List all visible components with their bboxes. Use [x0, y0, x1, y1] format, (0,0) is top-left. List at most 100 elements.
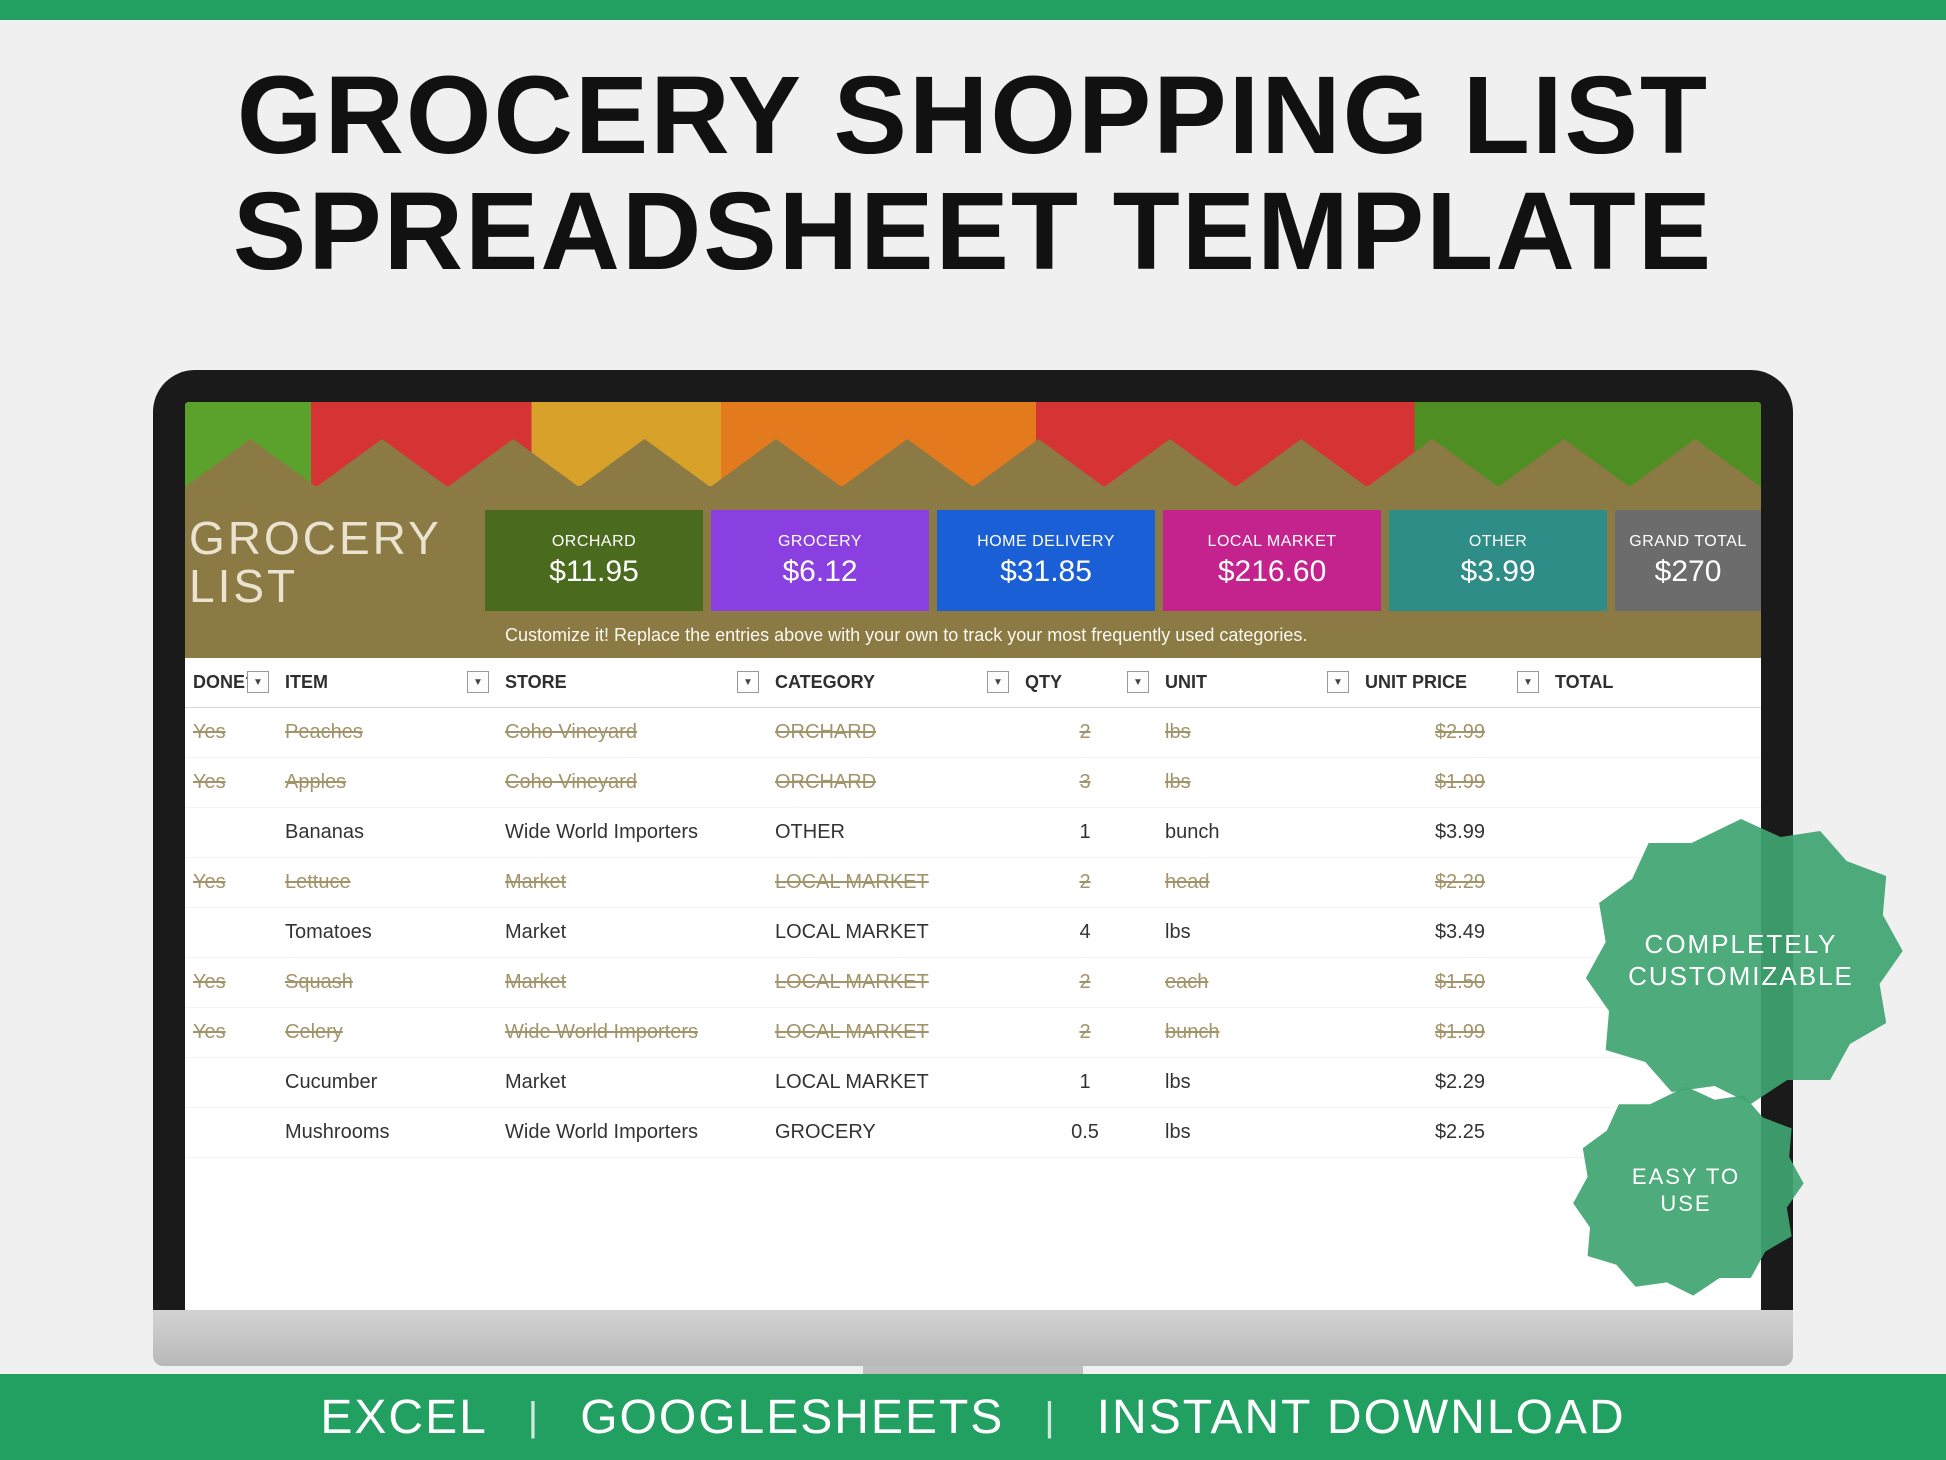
table-row[interactable]: TomatoesMarketLOCAL MARKET4lbs$3.49 [185, 907, 1761, 957]
filter-dropdown-button[interactable]: ▼ [467, 671, 489, 693]
table-row[interactable]: BananasWide World ImportersOTHER1bunch$3… [185, 807, 1761, 857]
cell-done[interactable]: Yes [185, 857, 275, 907]
footer-sheets: GOOGLESHEETS [580, 1390, 1004, 1445]
cell-qty[interactable]: 3 [1015, 757, 1155, 807]
cell-category[interactable]: OTHER [765, 807, 1015, 857]
table-row[interactable]: YesCeleryWide World ImportersLOCAL MARKE… [185, 1007, 1761, 1057]
cell-store[interactable]: Market [495, 907, 765, 957]
cell-qty[interactable]: 2 [1015, 1007, 1155, 1057]
cell-unit[interactable]: lbs [1155, 1107, 1355, 1157]
category-label: ORCHARD [491, 533, 697, 551]
cell-store[interactable]: Market [495, 1057, 765, 1107]
cell-item[interactable]: Squash [275, 957, 495, 1007]
column-header[interactable]: DONE?▼ [185, 658, 275, 708]
column-header[interactable]: STORE▼ [495, 658, 765, 708]
cell-qty[interactable]: 2 [1015, 707, 1155, 757]
filter-dropdown-button[interactable]: ▼ [987, 671, 1009, 693]
cell-unit-price[interactable]: $1.99 [1355, 1007, 1545, 1057]
cell-item[interactable]: Mushrooms [275, 1107, 495, 1157]
cell-done[interactable]: Yes [185, 757, 275, 807]
cell-qty[interactable]: 2 [1015, 957, 1155, 1007]
cell-done[interactable]: Yes [185, 1007, 275, 1057]
cell-item[interactable]: Celery [275, 1007, 495, 1057]
cell-item[interactable]: Tomatoes [275, 907, 495, 957]
footer-separator: | [528, 1395, 540, 1440]
column-header[interactable]: CATEGORY▼ [765, 658, 1015, 708]
category-total-box: ORCHARD$11.95 [485, 510, 703, 611]
cell-store[interactable]: Wide World Importers [495, 1107, 765, 1157]
cell-unit[interactable]: lbs [1155, 907, 1355, 957]
cell-qty[interactable]: 1 [1015, 1057, 1155, 1107]
cell-category[interactable]: LOCAL MARKET [765, 857, 1015, 907]
table-row[interactable]: YesSquashMarketLOCAL MARKET2each$1.50 [185, 957, 1761, 1007]
sheet-title-line-2: LIST [189, 560, 298, 612]
cell-unit-price[interactable]: $3.99 [1355, 807, 1545, 857]
filter-dropdown-button[interactable]: ▼ [737, 671, 759, 693]
cell-qty[interactable]: 4 [1015, 907, 1155, 957]
cell-category[interactable]: ORCHARD [765, 757, 1015, 807]
cell-qty[interactable]: 2 [1015, 857, 1155, 907]
cell-unit[interactable]: lbs [1155, 707, 1355, 757]
cell-store[interactable]: Wide World Importers [495, 1007, 765, 1057]
cell-store[interactable]: Wide World Importers [495, 807, 765, 857]
sheet-title: GROCERY LIST [185, 510, 485, 611]
cell-category[interactable]: LOCAL MARKET [765, 1057, 1015, 1107]
cell-item[interactable]: Apples [275, 757, 495, 807]
category-label: GRAND TOTAL [1621, 533, 1755, 551]
table-row[interactable]: MushroomsWide World ImportersGROCERY0.5l… [185, 1107, 1761, 1157]
cell-category[interactable]: LOCAL MARKET [765, 957, 1015, 1007]
cell-item[interactable]: Lettuce [275, 857, 495, 907]
cell-done[interactable] [185, 1057, 275, 1107]
header-image-strip [185, 402, 1761, 486]
cell-store[interactable]: Coho Vineyard [495, 707, 765, 757]
cell-unit[interactable]: bunch [1155, 807, 1355, 857]
cell-store[interactable]: Market [495, 857, 765, 907]
cell-category[interactable]: LOCAL MARKET [765, 907, 1015, 957]
column-header[interactable]: TOTAL [1545, 658, 1761, 708]
cell-unit[interactable]: bunch [1155, 1007, 1355, 1057]
cell-unit[interactable]: each [1155, 957, 1355, 1007]
cell-store[interactable]: Market [495, 957, 765, 1007]
cell-total[interactable] [1545, 707, 1761, 757]
cell-unit-price[interactable]: $2.25 [1355, 1107, 1545, 1157]
cell-done[interactable] [185, 1107, 275, 1157]
cell-qty[interactable]: 1 [1015, 807, 1155, 857]
filter-dropdown-button[interactable]: ▼ [1517, 671, 1539, 693]
table-row[interactable]: YesApplesCoho VineyardORCHARD3lbs$1.99 [185, 757, 1761, 807]
cell-category[interactable]: LOCAL MARKET [765, 1007, 1015, 1057]
cell-done[interactable]: Yes [185, 957, 275, 1007]
headline-line-1: GROCERY SHOPPING LIST [237, 54, 1709, 177]
table-row[interactable]: YesLettuceMarketLOCAL MARKET2head$2.29 [185, 857, 1761, 907]
cell-unit-price[interactable]: $1.50 [1355, 957, 1545, 1007]
cell-done[interactable] [185, 807, 275, 857]
cell-item[interactable]: Bananas [275, 807, 495, 857]
table-row[interactable]: CucumberMarketLOCAL MARKET1lbs$2.29 [185, 1057, 1761, 1107]
filter-dropdown-button[interactable]: ▼ [247, 671, 269, 693]
cell-category[interactable]: ORCHARD [765, 707, 1015, 757]
cell-category[interactable]: GROCERY [765, 1107, 1015, 1157]
table-row[interactable]: YesPeachesCoho VineyardORCHARD2lbs$2.99 [185, 707, 1761, 757]
cell-unit[interactable]: lbs [1155, 1057, 1355, 1107]
cell-qty[interactable]: 0.5 [1015, 1107, 1155, 1157]
cell-unit-price[interactable]: $1.99 [1355, 757, 1545, 807]
cell-unit-price[interactable]: $2.29 [1355, 857, 1545, 907]
column-header[interactable]: ITEM▼ [275, 658, 495, 708]
cell-store[interactable]: Coho Vineyard [495, 757, 765, 807]
cell-unit[interactable]: head [1155, 857, 1355, 907]
cell-done[interactable]: Yes [185, 707, 275, 757]
column-header[interactable]: QTY▼ [1015, 658, 1155, 708]
page-headline: GROCERY SHOPPING LIST SPREADSHEET TEMPLA… [0, 58, 1946, 289]
cell-done[interactable] [185, 907, 275, 957]
filter-dropdown-button[interactable]: ▼ [1327, 671, 1349, 693]
cell-item[interactable]: Peaches [275, 707, 495, 757]
cell-unit-price[interactable]: $2.99 [1355, 707, 1545, 757]
column-header[interactable]: UNIT PRICE▼ [1355, 658, 1545, 708]
cell-unit-price[interactable]: $2.29 [1355, 1057, 1545, 1107]
cell-unit-price[interactable]: $3.49 [1355, 907, 1545, 957]
cell-item[interactable]: Cucumber [275, 1057, 495, 1107]
cell-unit[interactable]: lbs [1155, 757, 1355, 807]
column-header[interactable]: UNIT▼ [1155, 658, 1355, 708]
category-total-box: OTHER$3.99 [1389, 510, 1607, 611]
cell-total[interactable] [1545, 757, 1761, 807]
filter-dropdown-button[interactable]: ▼ [1127, 671, 1149, 693]
